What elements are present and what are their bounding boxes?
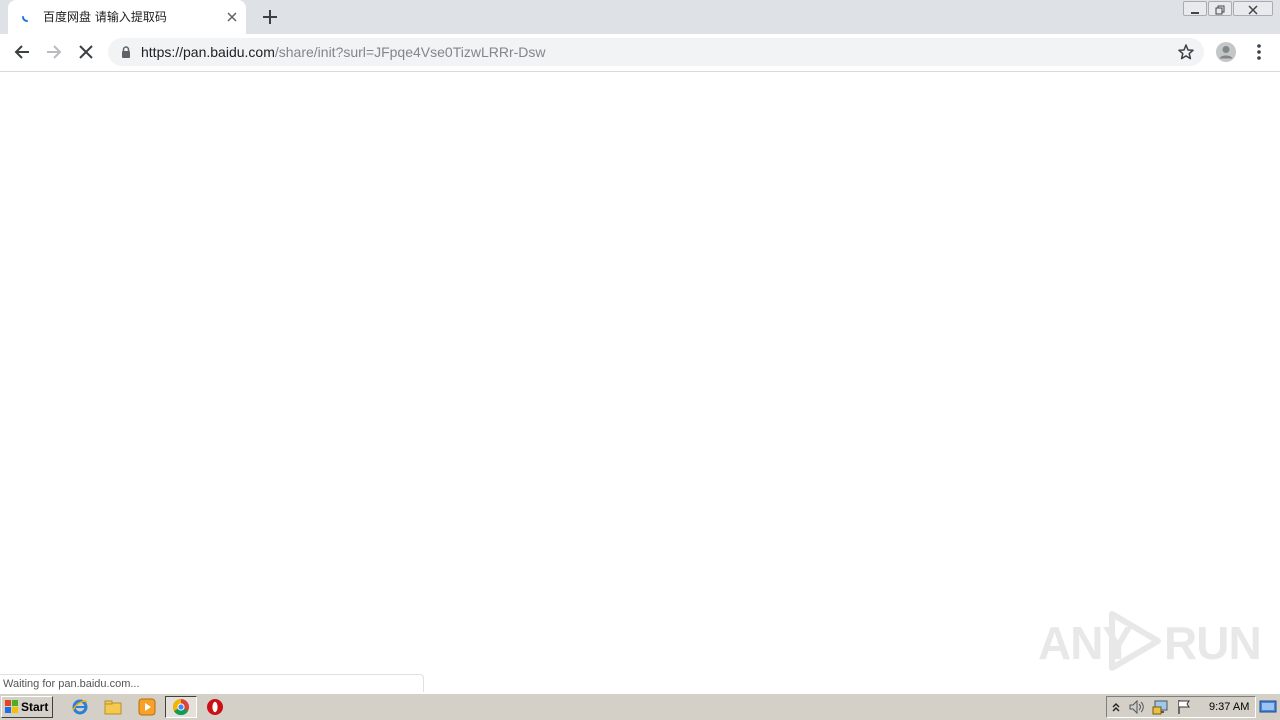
media-player-icon[interactable] [138, 698, 156, 716]
lock-icon[interactable] [120, 45, 132, 59]
internet-explorer-icon[interactable] [71, 698, 89, 716]
taskbar-clock[interactable]: 9:37 AM [1209, 700, 1249, 714]
watermark-right-text: RUN [1164, 617, 1262, 669]
close-window-button[interactable] [1233, 1, 1273, 16]
play-logo-icon [1109, 611, 1161, 671]
forward-button[interactable] [44, 42, 64, 62]
more-vertical-icon[interactable] [1251, 42, 1267, 62]
stop-loading-button[interactable] [76, 42, 96, 62]
url-text[interactable]: https://pan.baidu.com/share/init?surl=JF… [141, 43, 546, 61]
browser-tab[interactable]: 百度网盘 请输入提取码 [8, 0, 246, 34]
status-text: Waiting for pan.baidu.com... [3, 678, 140, 690]
restore-button[interactable] [1208, 1, 1232, 16]
url-host: https://pan.baidu.com [141, 44, 275, 60]
loading-spinner-icon [22, 16, 28, 22]
chrome-icon [172, 698, 189, 716]
chrome-taskbar-button[interactable] [165, 696, 197, 718]
opera-icon[interactable] [206, 698, 224, 716]
bookmark-star-icon[interactable] [1177, 43, 1195, 61]
chevron-up-icon[interactable] [1110, 699, 1122, 715]
tab-title: 百度网盘 请输入提取码 [43, 10, 167, 24]
minimize-button[interactable] [1183, 1, 1207, 16]
url-path: /share/init?surl=JFpqe4Vse0TizwLRRr-Dsw [274, 44, 546, 60]
flag-icon[interactable] [1176, 699, 1192, 715]
avatar-icon[interactable] [1215, 41, 1237, 63]
minimize-icon [1191, 12, 1199, 14]
start-button[interactable]: Start [1, 696, 53, 718]
speaker-icon[interactable] [1128, 699, 1146, 715]
show-desktop-icon[interactable] [1259, 699, 1277, 715]
close-tab-icon[interactable] [224, 9, 240, 25]
anyrun-watermark: ANY RUN [1036, 606, 1262, 676]
file-explorer-icon[interactable] [104, 698, 122, 716]
windows-logo-icon [5, 700, 18, 713]
back-button[interactable] [12, 42, 32, 62]
tab-strip: 百度网盘 请输入提取码 [0, 0, 1280, 34]
page-content [0, 72, 1280, 674]
restore-icon [1215, 5, 1225, 15]
close-icon [1248, 5, 1258, 15]
status-bubble: Waiting for pan.baidu.com... [0, 674, 424, 692]
new-tab-button[interactable] [260, 7, 280, 27]
taskbar: Start 9:37 AM [0, 693, 1280, 720]
start-label: Start [21, 700, 49, 714]
network-icon[interactable] [1152, 698, 1170, 716]
